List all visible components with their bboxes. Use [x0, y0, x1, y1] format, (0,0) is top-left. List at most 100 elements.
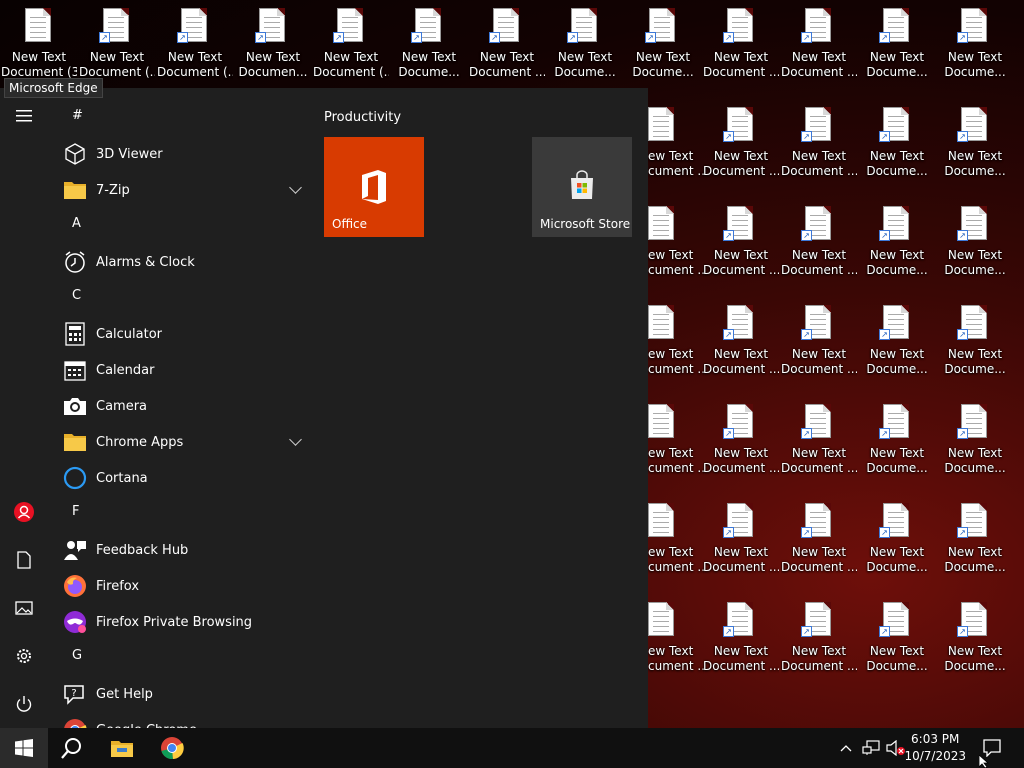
- desktop-icon[interactable]: ↗ New Text Document ...: [781, 495, 857, 591]
- desktop-icon[interactable]: ew Text cument ...: [648, 198, 704, 294]
- desktop-icon[interactable]: ↗ New Text Docume...: [547, 0, 623, 96]
- desktop-icon[interactable]: ew Text cument ...: [648, 495, 704, 591]
- desktop-icon[interactable]: ↗ New Text Docume...: [859, 297, 935, 393]
- desktop-icon[interactable]: ↗ New Text Docume...: [859, 594, 935, 690]
- folder-icon: [62, 429, 88, 455]
- search-button[interactable]: [48, 728, 96, 768]
- desktop-icon[interactable]: ↗ New Text Document ...: [703, 396, 779, 492]
- shortcut-arrow-icon: ↗: [489, 32, 500, 43]
- desktop-icon[interactable]: ↗ New Text Docume...: [859, 198, 935, 294]
- app-list-item[interactable]: Calendar: [62, 353, 312, 387]
- chevron-down-icon[interactable]: [289, 181, 302, 194]
- text-document-icon: [648, 602, 674, 636]
- mouse-cursor-icon: [979, 755, 990, 768]
- desktop-icon[interactable]: ↗ New Text Docume...: [937, 495, 1013, 591]
- desktop-icon[interactable]: ↗ New Text Document ...: [703, 297, 779, 393]
- app-list-item[interactable]: 7-Zip: [62, 173, 312, 207]
- app-list-item[interactable]: Alarms & Clock: [62, 245, 312, 279]
- shortcut-arrow-icon: ↗: [723, 230, 734, 241]
- power-button[interactable]: [0, 680, 48, 728]
- app-list-item[interactable]: Chrome Apps: [62, 425, 312, 459]
- text-document-icon: [648, 107, 674, 141]
- desktop-icon[interactable]: ↗ New Text Document ...: [703, 99, 779, 195]
- desktop-icon[interactable]: ↗ New Text Document ...: [703, 0, 779, 96]
- network-button[interactable]: [860, 728, 882, 768]
- desktop-icon[interactable]: ↗ New Text Document ...: [703, 495, 779, 591]
- chevron-up-icon: [840, 745, 852, 752]
- app-list-item[interactable]: ? Get Help: [62, 677, 312, 711]
- shortcut-arrow-icon: ↗: [879, 131, 890, 142]
- app-list-header[interactable]: F: [72, 504, 79, 519]
- office-tile[interactable]: Office: [324, 137, 424, 237]
- desktop-icon[interactable]: ↗ New Text Docume...: [859, 495, 935, 591]
- settings-button[interactable]: [0, 632, 48, 680]
- desktop-icon[interactable]: ↗ New Text Docume...: [937, 0, 1013, 96]
- desktop-icon-label: New Text Document ...: [781, 347, 857, 376]
- app-list-header[interactable]: G: [72, 648, 82, 663]
- show-hidden-icons-button[interactable]: [836, 728, 856, 768]
- pictures-button[interactable]: [0, 584, 48, 632]
- desktop-icon-label: New Text Document (3): [1, 50, 77, 79]
- shortcut-arrow-icon: ↗: [567, 32, 578, 43]
- show-desktop-button[interactable]: [1018, 728, 1024, 768]
- desktop-icon[interactable]: ↗ New Text Docume...: [937, 198, 1013, 294]
- app-list-item[interactable]: Camera: [62, 389, 312, 423]
- office-tile-label: Office: [332, 217, 368, 231]
- desktop-icon[interactable]: ↗ New Text Docume...: [859, 396, 935, 492]
- app-list-item[interactable]: 3D Viewer: [62, 137, 312, 171]
- desktop-icon[interactable]: ↗ New Text Docume...: [937, 396, 1013, 492]
- app-list-item[interactable]: Firefox: [62, 569, 312, 603]
- clock[interactable]: 6:03 PM 10/7/2023: [904, 731, 966, 765]
- app-list-header[interactable]: C: [72, 288, 81, 303]
- shortcut-arrow-icon: ↗: [723, 329, 734, 340]
- calendar-icon: [62, 357, 88, 383]
- desktop-icon[interactable]: ↗ New Text Documen...: [235, 0, 311, 96]
- desktop-icon[interactable]: ↗ New Text Docume...: [937, 99, 1013, 195]
- chevron-down-icon[interactable]: [289, 433, 302, 446]
- desktop-icon[interactable]: ↗ New Text Document ...: [781, 99, 857, 195]
- desktop-icon[interactable]: ↗ New Text Docume...: [937, 594, 1013, 690]
- desktop-icon-label: New Text Docume...: [866, 248, 928, 277]
- app-list-header[interactable]: A: [72, 216, 81, 231]
- shortcut-arrow-icon: ↗: [801, 230, 812, 241]
- shortcut-arrow-icon: ↗: [99, 32, 110, 43]
- desktop-icon[interactable]: ↗ New Text Document (...: [157, 0, 233, 96]
- desktop-icon[interactable]: ew Text cument ...: [648, 99, 704, 195]
- alarm-clock-icon: [62, 249, 88, 275]
- user-account-button[interactable]: [0, 488, 48, 536]
- shortcut-arrow-icon: ↗: [333, 32, 344, 43]
- desktop-icon[interactable]: ↗ New Text Document (...: [313, 0, 389, 96]
- desktop-icon[interactable]: ew Text cument ...: [648, 297, 704, 393]
- desktop-icon[interactable]: ↗ New Text Docume...: [391, 0, 467, 96]
- microsoft-store-tile[interactable]: Microsoft Store: [532, 137, 632, 237]
- shortcut-arrow-icon: ↗: [723, 626, 734, 637]
- desktop-icon[interactable]: ↗ New Text Document ...: [703, 594, 779, 690]
- desktop-icon[interactable]: ew Text cument ...: [648, 594, 704, 690]
- desktop-icon[interactable]: ew Text cument ...: [648, 396, 704, 492]
- desktop-icon[interactable]: ↗ New Text Document ...: [469, 0, 545, 96]
- desktop-icon-label: New Text Docume...: [398, 50, 460, 79]
- desktop-icon[interactable]: ↗ New Text Docume...: [859, 99, 935, 195]
- app-list-item[interactable]: Cortana: [62, 461, 312, 495]
- app-list-item[interactable]: Firefox Private Browsing: [62, 605, 312, 639]
- desktop-icon[interactable]: ↗ New Text Document ...: [781, 198, 857, 294]
- app-list-item[interactable]: Feedback Hub: [62, 533, 312, 567]
- start-button[interactable]: [0, 728, 48, 768]
- app-list-header[interactable]: #: [72, 108, 83, 123]
- chrome-taskbar-button[interactable]: [148, 728, 196, 768]
- desktop-icon[interactable]: ↗ New Text Document ...: [781, 396, 857, 492]
- desktop-icon[interactable]: ↗ New Text Docume...: [625, 0, 701, 96]
- hamburger-menu-button[interactable]: [0, 92, 48, 140]
- desktop-icon[interactable]: ↗ New Text Docume...: [937, 297, 1013, 393]
- documents-button[interactable]: [0, 536, 48, 584]
- file-explorer-button[interactable]: [98, 728, 146, 768]
- desktop-icon[interactable]: ↗ New Text Document ...: [781, 0, 857, 96]
- desktop-icon[interactable]: ↗ New Text Document ...: [781, 297, 857, 393]
- desktop-icon[interactable]: ↗ New Text Document ...: [703, 198, 779, 294]
- desktop-icon-label: New Text Document ...: [781, 149, 857, 178]
- desktop-icon[interactable]: ↗ New Text Document ...: [781, 594, 857, 690]
- app-list-item[interactable]: Calculator: [62, 317, 312, 351]
- desktop-icon-label: ew Text cument ...: [648, 446, 704, 475]
- app-list-item[interactable]: Google Chrome: [62, 713, 312, 728]
- desktop-icon[interactable]: ↗ New Text Docume...: [859, 0, 935, 96]
